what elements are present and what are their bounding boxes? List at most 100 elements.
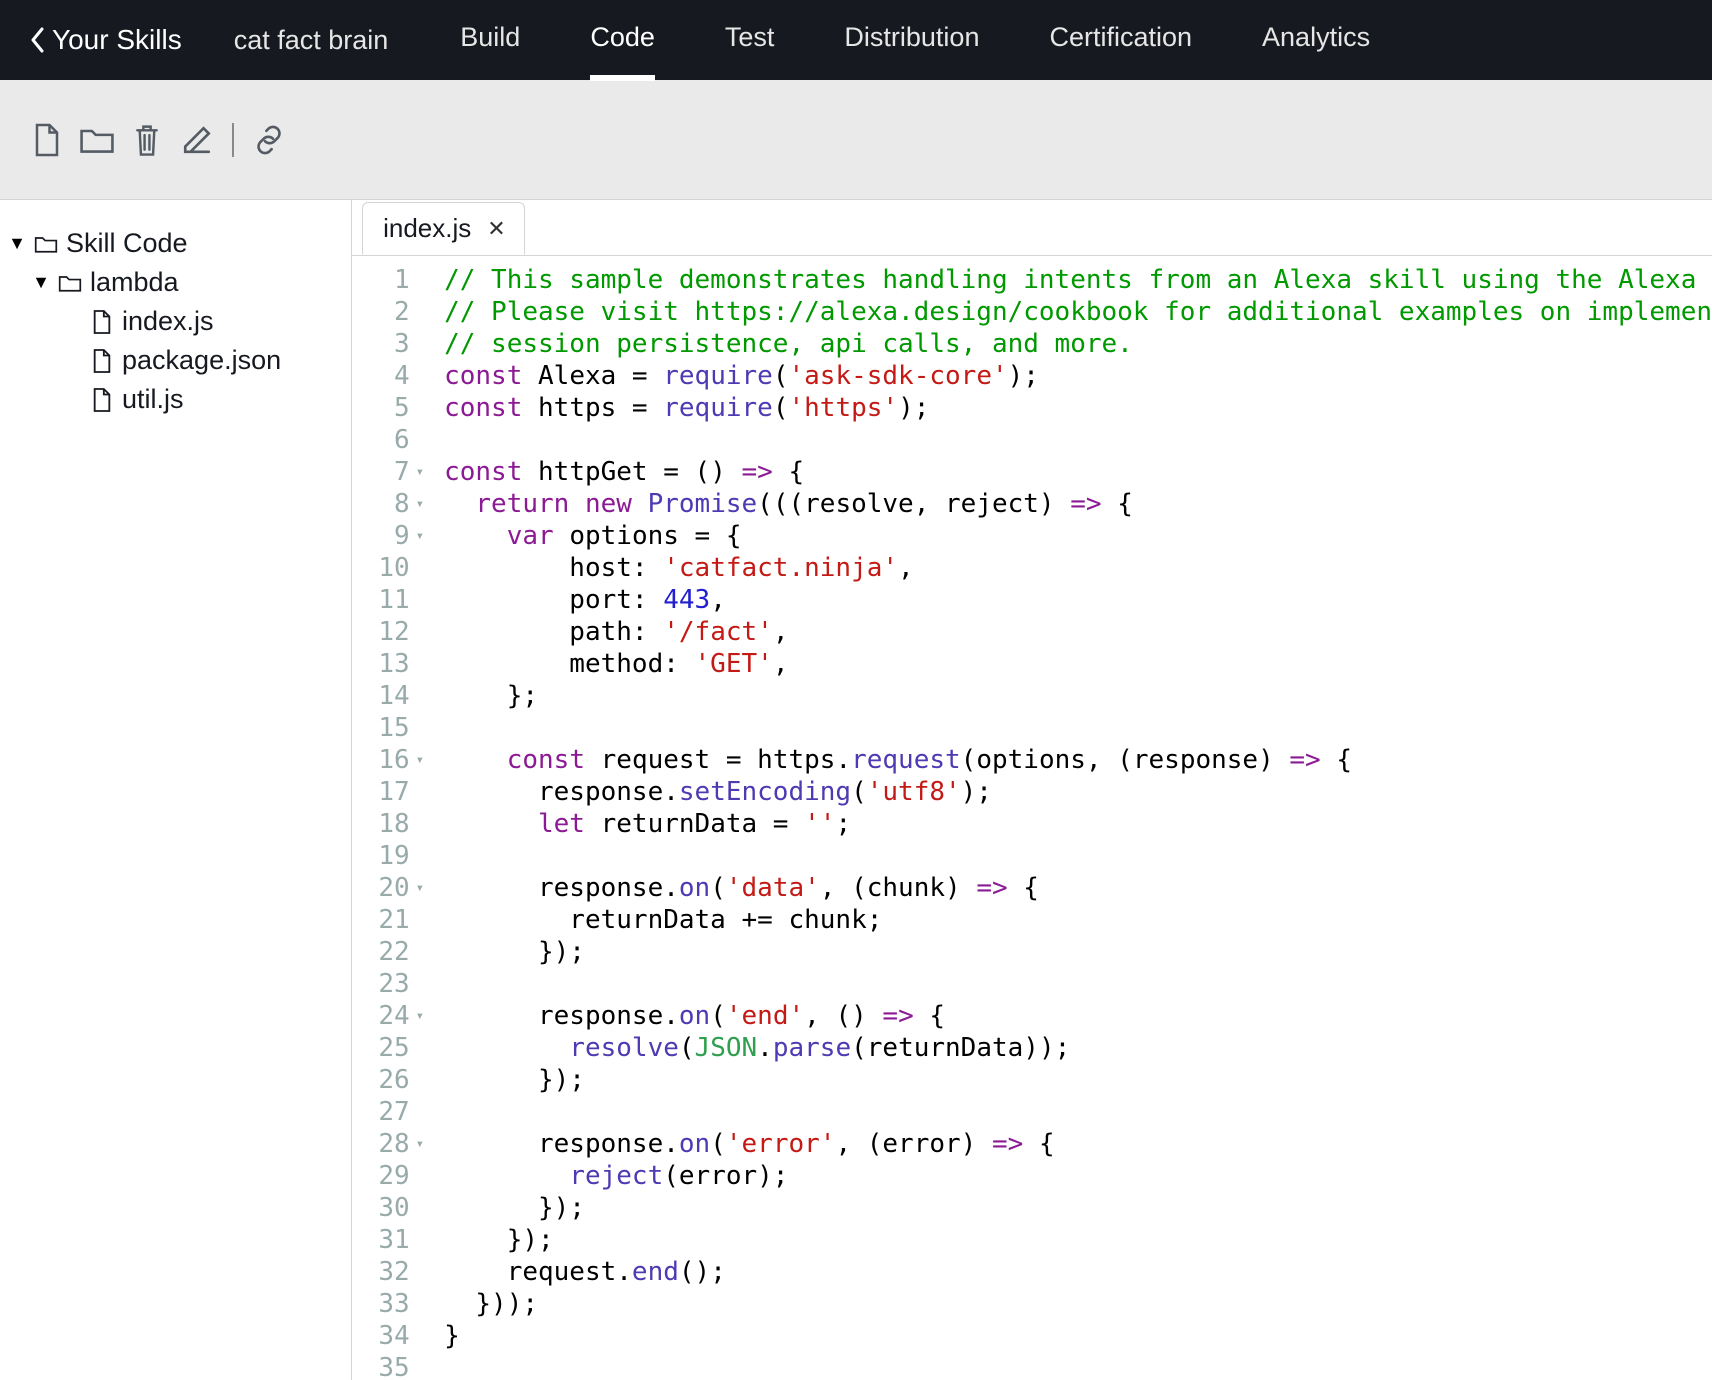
line-number: 33▾ bbox=[352, 1288, 424, 1320]
fold-icon[interactable]: ▾ bbox=[416, 1128, 424, 1160]
code-line[interactable] bbox=[444, 968, 1712, 1000]
line-number: 28▾ bbox=[352, 1128, 424, 1160]
code-line[interactable]: host: 'catfact.ninja', bbox=[444, 552, 1712, 584]
code-line[interactable]: port: 443, bbox=[444, 584, 1712, 616]
code-line[interactable]: response.on('end', () => { bbox=[444, 1000, 1712, 1032]
editor-tabbar: index.js ✕ bbox=[352, 200, 1712, 256]
line-number: 25▾ bbox=[352, 1032, 424, 1064]
code-line[interactable]: // This sample demonstrates handling int… bbox=[444, 264, 1712, 296]
tree-file[interactable]: util.js bbox=[8, 380, 351, 419]
line-number: 9▾ bbox=[352, 520, 424, 552]
code-line[interactable]: return new Promise(((resolve, reject) =>… bbox=[444, 488, 1712, 520]
code-line[interactable]: // Please visit https://alexa.design/coo… bbox=[444, 296, 1712, 328]
fold-icon[interactable]: ▾ bbox=[416, 744, 424, 776]
code-line[interactable]: })); bbox=[444, 1288, 1712, 1320]
line-number: 29▾ bbox=[352, 1160, 424, 1192]
tree-file-label: util.js bbox=[122, 384, 184, 415]
line-number: 17▾ bbox=[352, 776, 424, 808]
tree-root[interactable]: ▼ Skill Code bbox=[8, 224, 351, 263]
code-line[interactable]: resolve(JSON.parse(returnData)); bbox=[444, 1032, 1712, 1064]
fold-icon[interactable]: ▾ bbox=[416, 520, 424, 552]
code-line[interactable] bbox=[444, 712, 1712, 744]
caret-down-icon: ▼ bbox=[32, 272, 50, 293]
code-line[interactable]: reject(error); bbox=[444, 1160, 1712, 1192]
line-number: 19▾ bbox=[352, 840, 424, 872]
line-number: 15▾ bbox=[352, 712, 424, 744]
tree-folder-lambda[interactable]: ▼ lambda bbox=[8, 263, 351, 302]
file-icon bbox=[90, 349, 114, 373]
code-line[interactable] bbox=[444, 1352, 1712, 1380]
line-number: 3▾ bbox=[352, 328, 424, 360]
link-button[interactable] bbox=[250, 121, 288, 159]
new-folder-button[interactable] bbox=[78, 121, 116, 159]
fold-icon[interactable]: ▾ bbox=[416, 488, 424, 520]
line-number: 30▾ bbox=[352, 1192, 424, 1224]
back-link[interactable]: Your Skills bbox=[30, 24, 182, 56]
nav-tab-build[interactable]: Build bbox=[460, 22, 520, 81]
chevron-left-icon bbox=[30, 27, 46, 53]
nav-tab-analytics[interactable]: Analytics bbox=[1262, 22, 1370, 81]
new-file-button[interactable] bbox=[28, 121, 66, 159]
line-number: 1▾ bbox=[352, 264, 424, 296]
code-line[interactable]: }); bbox=[444, 936, 1712, 968]
code-line[interactable]: }); bbox=[444, 1192, 1712, 1224]
line-number: 34▾ bbox=[352, 1320, 424, 1352]
code-line[interactable]: } bbox=[444, 1320, 1712, 1352]
nav-tab-test[interactable]: Test bbox=[725, 22, 775, 81]
code-line[interactable]: let returnData = ''; bbox=[444, 808, 1712, 840]
tree-file[interactable]: package.json bbox=[8, 341, 351, 380]
toolbar-separator bbox=[232, 123, 234, 157]
file-tab-label: index.js bbox=[383, 213, 471, 244]
tree-file-label: package.json bbox=[122, 345, 281, 376]
line-number: 2▾ bbox=[352, 296, 424, 328]
close-icon[interactable]: ✕ bbox=[487, 216, 505, 242]
line-number: 27▾ bbox=[352, 1096, 424, 1128]
fold-icon[interactable]: ▾ bbox=[416, 456, 424, 488]
code-line[interactable]: var options = { bbox=[444, 520, 1712, 552]
nav-tab-distribution[interactable]: Distribution bbox=[844, 22, 979, 81]
file-tab-index-js[interactable]: index.js ✕ bbox=[362, 202, 525, 255]
fold-icon[interactable]: ▾ bbox=[416, 1000, 424, 1032]
nav-tab-certification[interactable]: Certification bbox=[1049, 22, 1192, 81]
line-number: 35▾ bbox=[352, 1352, 424, 1380]
line-number: 8▾ bbox=[352, 488, 424, 520]
code-line[interactable]: const https = require('https'); bbox=[444, 392, 1712, 424]
code-line[interactable]: const request = https.request(options, (… bbox=[444, 744, 1712, 776]
line-number: 18▾ bbox=[352, 808, 424, 840]
code-line[interactable]: request.end(); bbox=[444, 1256, 1712, 1288]
top-nav: Your Skills cat fact brain BuildCodeTest… bbox=[0, 0, 1712, 80]
code-line[interactable]: }; bbox=[444, 680, 1712, 712]
code-area[interactable]: 1▾2▾3▾4▾5▾6▾7▾8▾9▾10▾11▾12▾13▾14▾15▾16▾1… bbox=[352, 256, 1712, 1380]
code-line[interactable]: }); bbox=[444, 1224, 1712, 1256]
nav-tab-code[interactable]: Code bbox=[590, 22, 655, 81]
code-line[interactable]: response.on('data', (chunk) => { bbox=[444, 872, 1712, 904]
delete-button[interactable] bbox=[128, 121, 166, 159]
line-number: 5▾ bbox=[352, 392, 424, 424]
tree-file-label: index.js bbox=[122, 306, 214, 337]
line-number: 23▾ bbox=[352, 968, 424, 1000]
file-icon bbox=[90, 310, 114, 334]
code-line[interactable] bbox=[444, 840, 1712, 872]
line-number: 16▾ bbox=[352, 744, 424, 776]
code-line[interactable]: const httpGet = () => { bbox=[444, 456, 1712, 488]
code-line[interactable] bbox=[444, 424, 1712, 456]
line-number: 24▾ bbox=[352, 1000, 424, 1032]
code-line[interactable]: response.setEncoding('utf8'); bbox=[444, 776, 1712, 808]
editor-toolbar bbox=[0, 80, 1712, 200]
code-line[interactable]: returnData += chunk; bbox=[444, 904, 1712, 936]
line-number: 10▾ bbox=[352, 552, 424, 584]
edit-button[interactable] bbox=[178, 121, 216, 159]
line-number: 6▾ bbox=[352, 424, 424, 456]
fold-icon[interactable]: ▾ bbox=[416, 872, 424, 904]
code-line[interactable]: response.on('error', (error) => { bbox=[444, 1128, 1712, 1160]
code-body[interactable]: // This sample demonstrates handling int… bbox=[432, 256, 1712, 1380]
code-line[interactable]: }); bbox=[444, 1064, 1712, 1096]
code-line[interactable]: const Alexa = require('ask-sdk-core'); bbox=[444, 360, 1712, 392]
line-number: 13▾ bbox=[352, 648, 424, 680]
tree-file[interactable]: index.js bbox=[8, 302, 351, 341]
code-line[interactable]: // session persistence, api calls, and m… bbox=[444, 328, 1712, 360]
code-line[interactable]: method: 'GET', bbox=[444, 648, 1712, 680]
code-line[interactable] bbox=[444, 1096, 1712, 1128]
line-number: 11▾ bbox=[352, 584, 424, 616]
code-line[interactable]: path: '/fact', bbox=[444, 616, 1712, 648]
